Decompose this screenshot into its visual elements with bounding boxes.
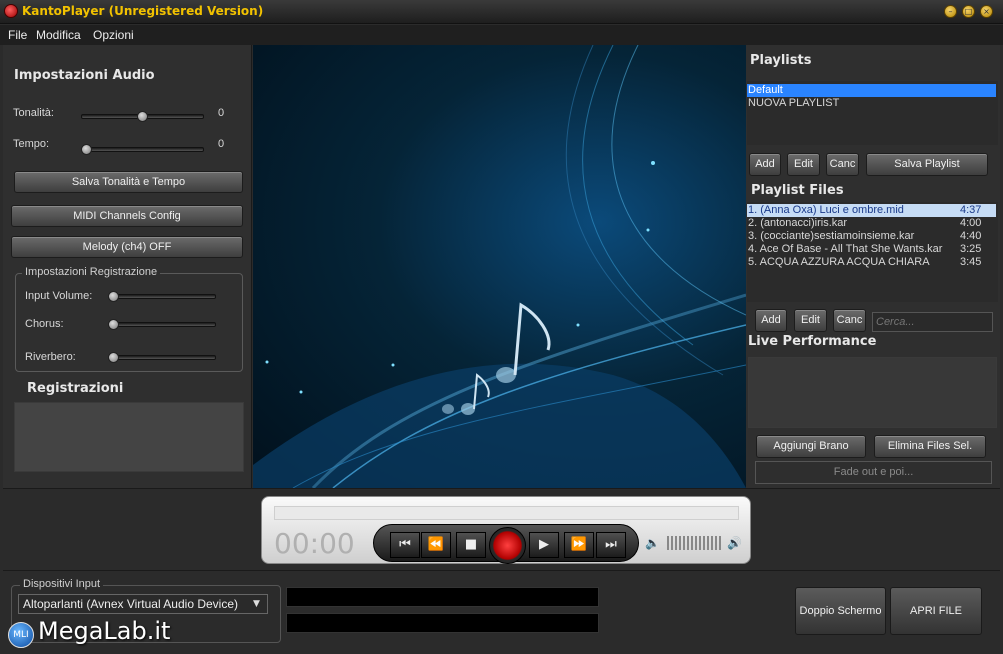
save-pitch-tempo-button[interactable]: Salva Tonalità e Tempo: [14, 171, 243, 193]
rewind-icon[interactable]: ⏪: [421, 532, 451, 558]
file-duration: 4:37: [960, 204, 982, 216]
tempo-label: Tempo:: [13, 138, 50, 150]
chorus-slider[interactable]: [108, 322, 216, 327]
registrazioni-heading: Registrazioni: [27, 381, 124, 396]
music-notes-artwork: [253, 45, 746, 488]
input-devices-title: Dispositivi Input: [20, 578, 104, 590]
minimize-icon[interactable]: –: [944, 5, 957, 18]
time-display: 00:00: [274, 527, 355, 560]
volume-slider[interactable]: [667, 536, 723, 550]
chorus-knob[interactable]: [108, 319, 119, 330]
file-duration: 3:25: [960, 243, 982, 255]
lyrics-line-1: [286, 587, 599, 607]
prev-track-icon[interactable]: ⏮: [390, 532, 420, 558]
recording-settings-title: Impostazioni Registrazione: [22, 266, 161, 278]
next-track-icon[interactable]: ⏭: [596, 532, 626, 558]
progress-bar[interactable]: [274, 506, 739, 520]
riverbero-label: Riverbero:: [25, 351, 76, 363]
stop-icon[interactable]: ■: [456, 532, 486, 558]
tonalita-slider-knob[interactable]: [137, 111, 148, 122]
maximize-icon[interactable]: □: [962, 5, 975, 18]
file-title[interactable]: 3. (cocciante)sestiamoinsieme.kar: [748, 230, 914, 243]
file-duration: 3:45: [960, 256, 982, 268]
play-icon[interactable]: ▶: [529, 532, 559, 558]
chorus-label: Chorus:: [25, 318, 64, 330]
melody-toggle-button[interactable]: Melody (ch4) OFF: [11, 236, 243, 258]
app-icon: [4, 4, 18, 18]
edit-playlist-button[interactable]: Edit: [787, 153, 820, 176]
file-title[interactable]: 2. (antonacci)iris.kar: [748, 217, 847, 230]
delete-playlist-button[interactable]: Canc: [826, 153, 859, 176]
save-playlist-button[interactable]: Salva Playlist: [866, 153, 988, 176]
file-duration: 4:00: [960, 217, 982, 229]
input-device-select[interactable]: Altoparlanti (Avnex Virtual Audio Device…: [18, 594, 268, 614]
riverbero-knob[interactable]: [108, 352, 119, 363]
riverbero-slider[interactable]: [108, 355, 216, 360]
menu-modifica[interactable]: Modifica: [36, 28, 81, 42]
playlists-heading: Playlists: [750, 53, 812, 68]
window-title: KantoPlayer (Unregistered Version): [22, 4, 264, 18]
open-file-button[interactable]: APRI FILE: [890, 587, 982, 635]
audio-settings-heading: Impostazioni Audio: [14, 68, 155, 83]
menu-bar: [0, 25, 1003, 45]
tempo-slider-knob[interactable]: [81, 144, 92, 155]
file-title: 1. (Anna Oxa) Luci e ombre.mid: [748, 204, 904, 216]
menu-opzioni[interactable]: Opzioni: [93, 28, 134, 42]
remove-selected-files-button[interactable]: Elimina Files Sel.: [874, 435, 986, 458]
fade-out-select[interactable]: Fade out e poi...: [755, 461, 992, 484]
tempo-value: 0: [218, 138, 225, 150]
delete-file-button[interactable]: Canc: [833, 309, 866, 332]
edit-file-button[interactable]: Edit: [794, 309, 827, 332]
megalab-logo-icon: MLI: [8, 622, 34, 648]
fast-forward-icon[interactable]: ⏩: [564, 532, 594, 558]
playlist-files-heading: Playlist Files: [751, 183, 844, 198]
watermark: MegaLab.it: [38, 617, 171, 645]
add-song-button[interactable]: Aggiungi Brano: [756, 435, 866, 458]
record-icon[interactable]: [489, 527, 526, 564]
file-title[interactable]: 5. ACQUA AZZURA ACQUA CHIARA: [748, 256, 954, 269]
search-input[interactable]: [872, 312, 993, 332]
add-file-button[interactable]: Add: [755, 309, 787, 332]
double-screen-button[interactable]: Doppio Schermo: [795, 587, 886, 635]
menu-file[interactable]: File: [8, 28, 27, 42]
file-title[interactable]: 4. Ace Of Base - All That She Wants.kar: [748, 243, 942, 256]
live-performance-list[interactable]: [748, 357, 997, 428]
playlist-item[interactable]: Default: [747, 84, 996, 97]
tempo-slider[interactable]: [81, 147, 204, 152]
file-duration: 4:40: [960, 230, 982, 242]
chevron-down-icon[interactable]: ▼: [253, 599, 260, 609]
input-volume-slider[interactable]: [108, 294, 216, 299]
input-volume-label: Input Volume:: [25, 290, 93, 302]
input-volume-knob[interactable]: [108, 291, 119, 302]
close-icon[interactable]: ×: [980, 5, 993, 18]
volume-low-icon: 🔈: [645, 536, 660, 550]
add-playlist-button[interactable]: Add: [749, 153, 781, 176]
visualization-area: [253, 45, 746, 488]
playlist-item[interactable]: NUOVA PLAYLIST: [748, 97, 839, 110]
tonalita-label: Tonalità:: [13, 107, 54, 119]
midi-channels-button[interactable]: MIDI Channels Config: [11, 205, 243, 227]
lyrics-line-2: [286, 613, 599, 633]
registrazioni-list[interactable]: [14, 402, 244, 472]
tonalita-value: 0: [218, 107, 225, 119]
volume-high-icon: 🔊: [727, 536, 742, 550]
live-performance-heading: Live Performance: [748, 334, 877, 349]
